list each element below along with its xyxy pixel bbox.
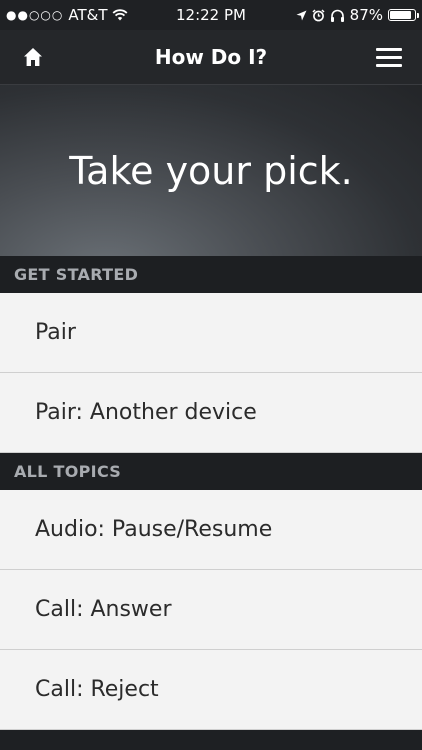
battery-percent: 87% — [349, 6, 383, 24]
home-icon — [24, 48, 42, 66]
alarm-icon — [312, 8, 325, 21]
all-topics-list: Audio: Pause/Resume Call: Answer Call: R… — [0, 490, 422, 730]
hero-title: Take your pick. — [69, 148, 353, 193]
nav-bar: How Do I? — [0, 30, 422, 85]
hero-banner: Take your pick. — [0, 85, 422, 256]
menu-button[interactable] — [376, 44, 402, 70]
page-title: How Do I? — [154, 45, 268, 69]
section-header-all-topics: All Topics — [0, 453, 422, 490]
list-item-call-answer[interactable]: Call: Answer — [0, 570, 422, 650]
home-button[interactable] — [20, 44, 46, 70]
section-header-get-started: Get Started — [0, 256, 422, 293]
headphones-icon — [330, 9, 344, 22]
signal-dots-icon: ●●○○○ — [6, 8, 64, 22]
carrier-label: AT&T — [68, 6, 108, 24]
list-item-call-reject[interactable]: Call: Reject — [0, 650, 422, 730]
get-started-list: Pair Pair: Another device — [0, 293, 422, 453]
battery-icon — [388, 9, 419, 21]
status-bar: ●●○○○ AT&T 12:22 PM 87% — [0, 0, 422, 30]
list-item-pair-another-device[interactable]: Pair: Another device — [0, 373, 422, 453]
wifi-icon — [113, 9, 128, 21]
hamburger-menu-icon — [376, 43, 402, 72]
location-icon — [296, 10, 307, 20]
list-item-pair[interactable]: Pair — [0, 293, 422, 373]
list-item-audio-pause-resume[interactable]: Audio: Pause/Resume — [0, 490, 422, 570]
